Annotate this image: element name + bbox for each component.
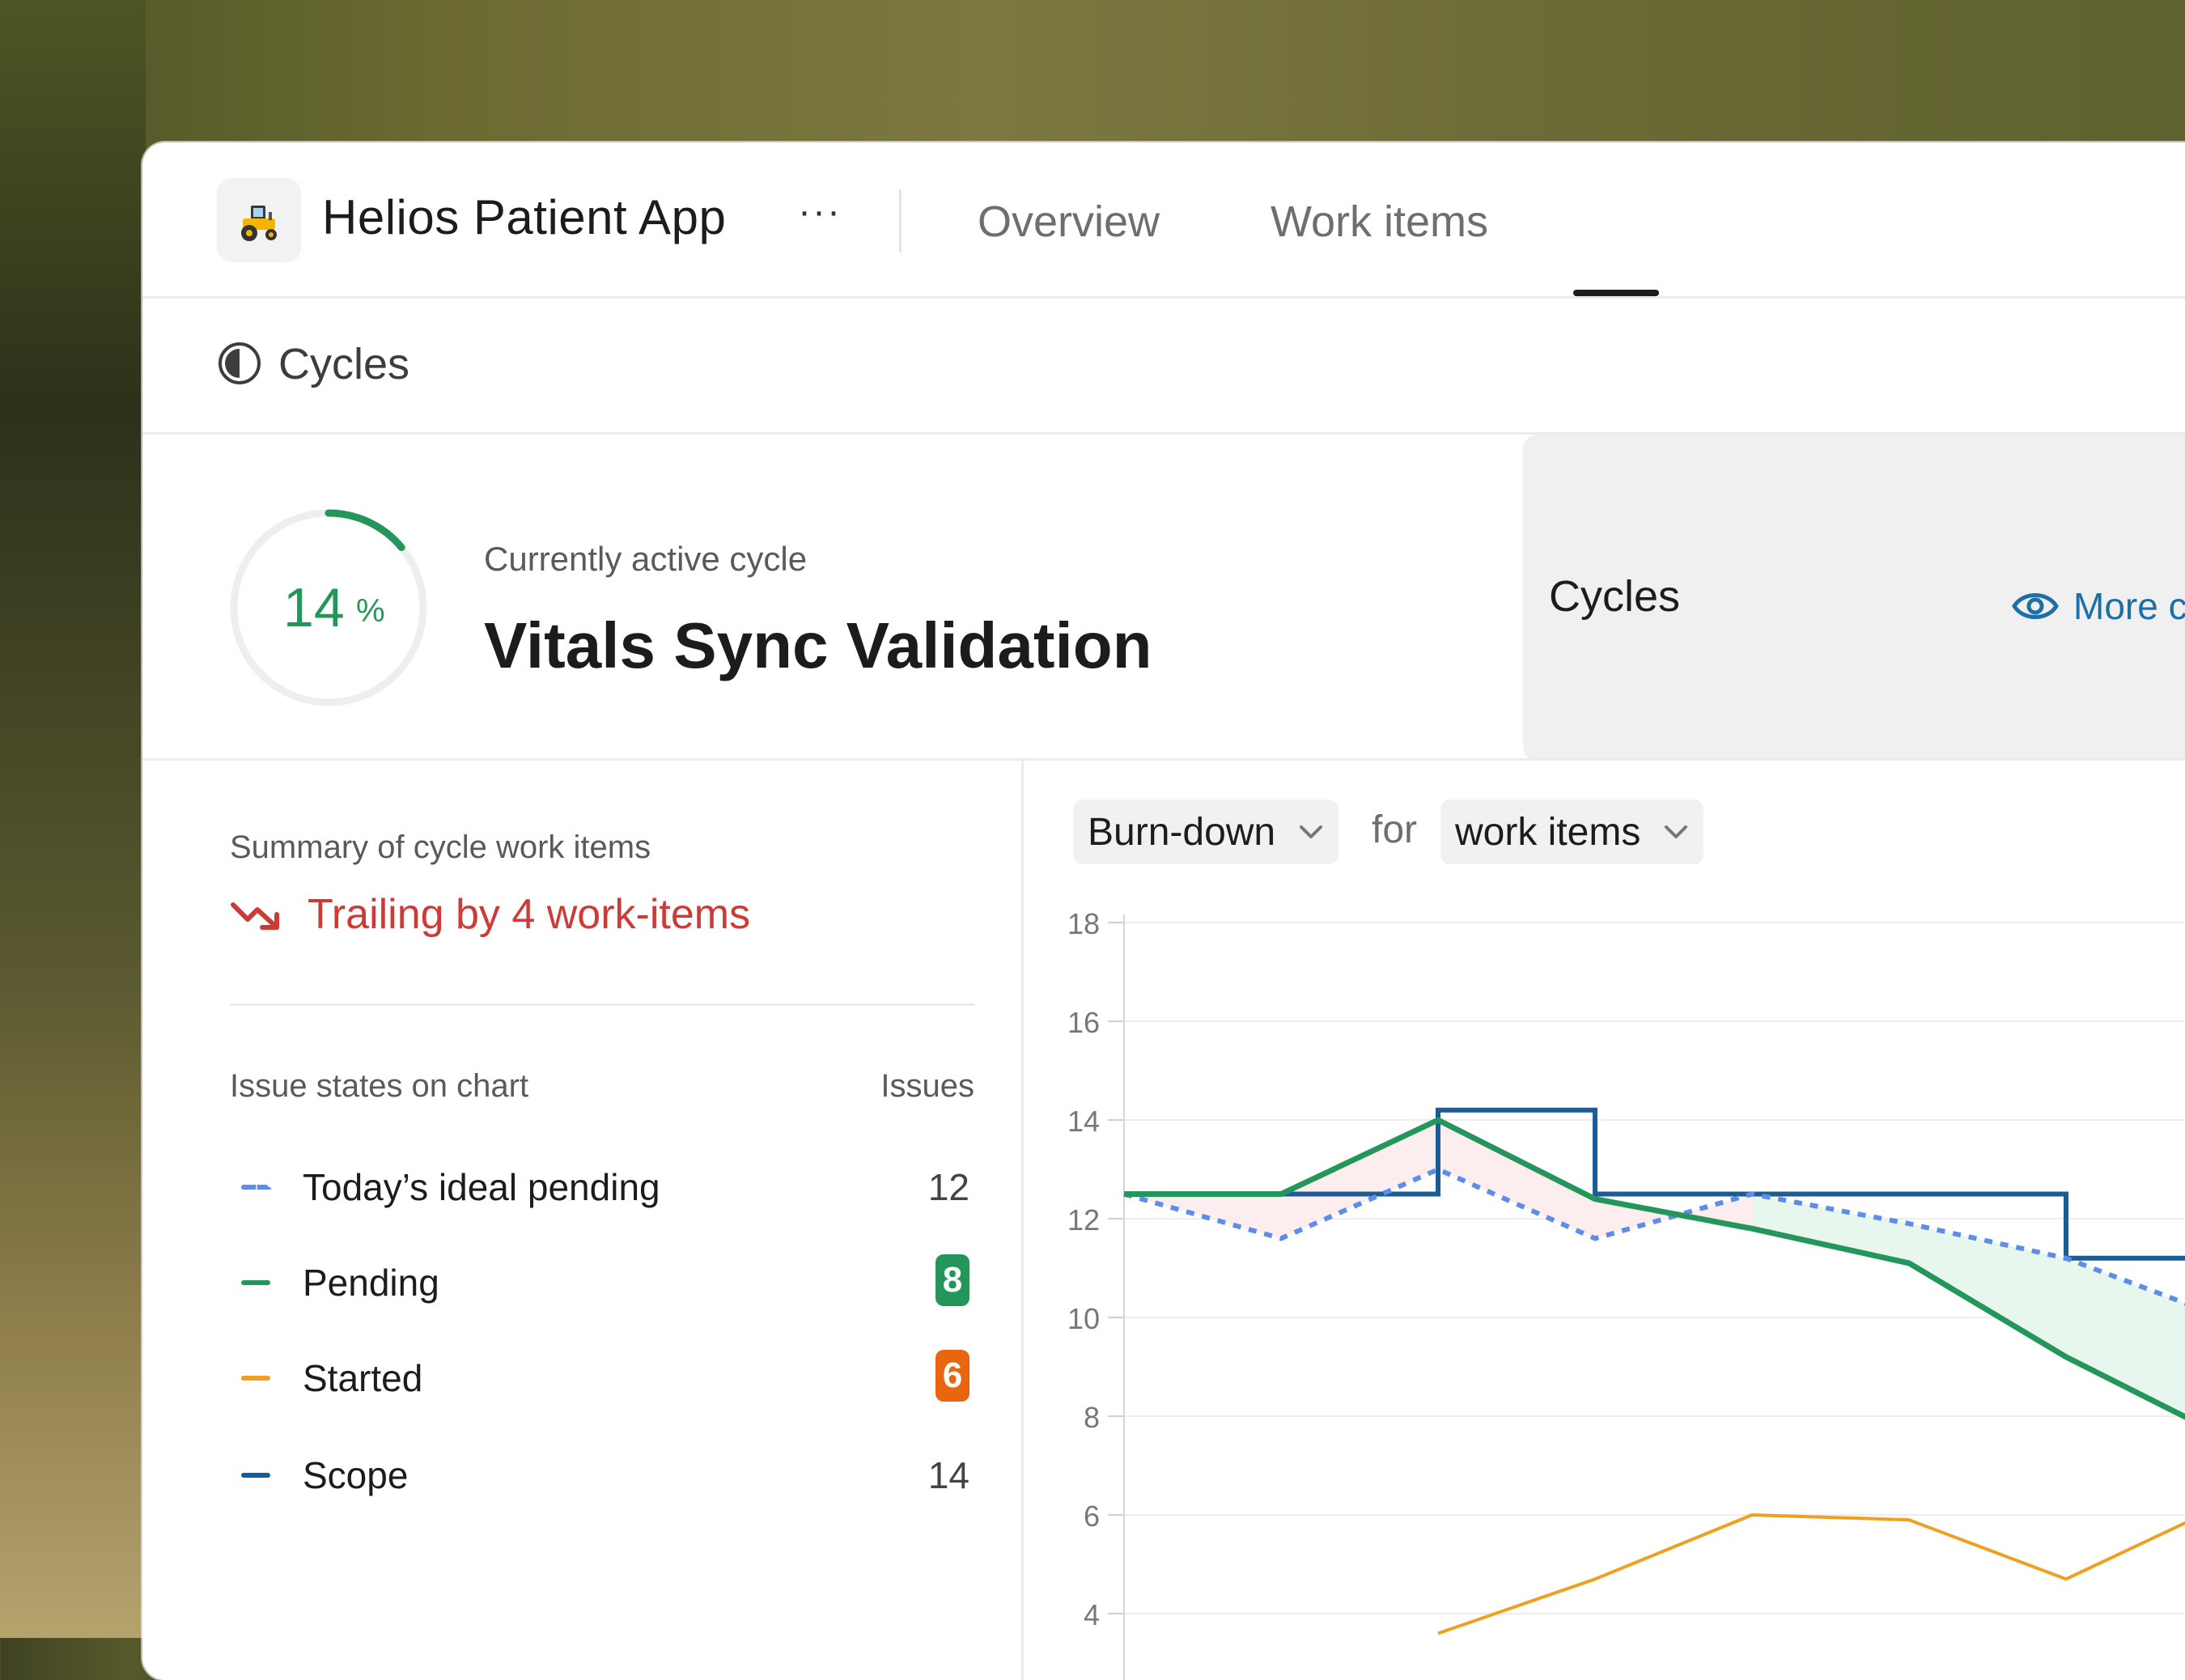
- summary-label: Summary of cycle work items: [230, 829, 651, 865]
- legend-heading: Issue states on chart: [230, 1068, 529, 1104]
- ahead-area: [1752, 1194, 2185, 1417]
- tractor-emoji-icon[interactable]: [217, 178, 301, 262]
- started-line-swatch: [241, 1376, 270, 1381]
- active-cycle-label: Currently active cycle: [484, 540, 808, 578]
- legend-row-pending[interactable]: Pending 8: [230, 1249, 982, 1314]
- background-left: [0, 0, 146, 1638]
- header-divider: [899, 189, 902, 252]
- legend-count: 14: [927, 1454, 969, 1496]
- legend-name: Today’s ideal pending: [303, 1166, 660, 1208]
- scope-line-swatch: [241, 1473, 270, 1478]
- more-options-icon[interactable]: ···: [798, 189, 842, 234]
- legend-row-ideal[interactable]: Today’s ideal pending 12: [230, 1154, 982, 1219]
- y-tick-label: 14: [1067, 1105, 1100, 1138]
- ideal-line-swatch: [241, 1185, 272, 1190]
- summary-panel: Summary of cycle work items Trailing by …: [142, 761, 1024, 1680]
- y-tick-label: 18: [1067, 907, 1100, 940]
- active-cycle-name[interactable]: Vitals Sync Validation: [484, 609, 1152, 683]
- divider: [230, 1003, 974, 1006]
- active-tab-indicator: [1573, 290, 1659, 296]
- legend-row-started[interactable]: Started 6: [230, 1345, 982, 1410]
- tab-overview[interactable]: Overview: [952, 180, 1186, 264]
- y-tick-label: 10: [1067, 1302, 1100, 1335]
- y-tick-label: 8: [1084, 1401, 1100, 1434]
- more-details-label: More c: [2073, 585, 2185, 627]
- more-details-link[interactable]: More c: [2012, 584, 2185, 628]
- legend-name: Pending: [303, 1262, 439, 1304]
- progress-value: 14: [283, 577, 345, 638]
- trend-down-icon: [231, 902, 279, 930]
- app-window: Helios Patient App ··· Overview Work ite…: [142, 142, 2185, 1680]
- legend-name: Scope: [303, 1454, 409, 1496]
- half-circle-cycle-icon: [218, 342, 261, 384]
- y-tick-label: 16: [1067, 1006, 1100, 1039]
- legend-row-scope[interactable]: Scope 14: [230, 1442, 982, 1507]
- trailing-text: Trailing by 4 work-items: [308, 891, 751, 938]
- started-count-badge: 6: [936, 1350, 969, 1402]
- chevron-down-icon: [1665, 825, 1688, 838]
- tab-work-items[interactable]: Work items: [1245, 180, 1514, 264]
- chart-panel: 18 16 14 12 10 8 6 4 Burn-down for work items: [1024, 761, 2185, 1680]
- for-label: for: [1372, 808, 1418, 851]
- burndown-chart: 18 16 14 12 10 8 6 4: [1067, 907, 2185, 1680]
- legend-name: Started: [303, 1357, 423, 1399]
- legend-count: 12: [927, 1166, 969, 1208]
- y-tick-label: 4: [1084, 1598, 1100, 1631]
- trailing-status: Trailing by 4 work-items: [230, 890, 750, 939]
- project-header: Helios Patient App ··· Overview Work ite…: [142, 142, 2185, 761]
- metric-dropdown[interactable]: work items: [1440, 800, 1704, 864]
- pending-count-badge: 8: [936, 1254, 969, 1306]
- chevron-down-icon: [1300, 825, 1323, 838]
- y-tick-label: 12: [1067, 1203, 1100, 1237]
- issues-heading: Issues: [880, 1068, 974, 1104]
- page-title: Cycles: [278, 340, 410, 388]
- breadcrumb: Cycles: [142, 299, 2185, 435]
- y-tick-label: 6: [1084, 1500, 1100, 1533]
- chart-type-value: Burn-down: [1088, 810, 1276, 854]
- metric-value: work items: [1455, 810, 1641, 854]
- pending-line-swatch: [241, 1280, 270, 1285]
- project-title: Helios Patient App: [322, 190, 727, 244]
- progress-unit: %: [356, 593, 385, 629]
- active-cycle-card: 14 % Currently active cycle Vitals Sync …: [142, 435, 2185, 761]
- eye-icon: [2012, 593, 2059, 619]
- chart-type-dropdown[interactable]: Burn-down: [1073, 800, 1339, 864]
- background-top: [0, 0, 2185, 162]
